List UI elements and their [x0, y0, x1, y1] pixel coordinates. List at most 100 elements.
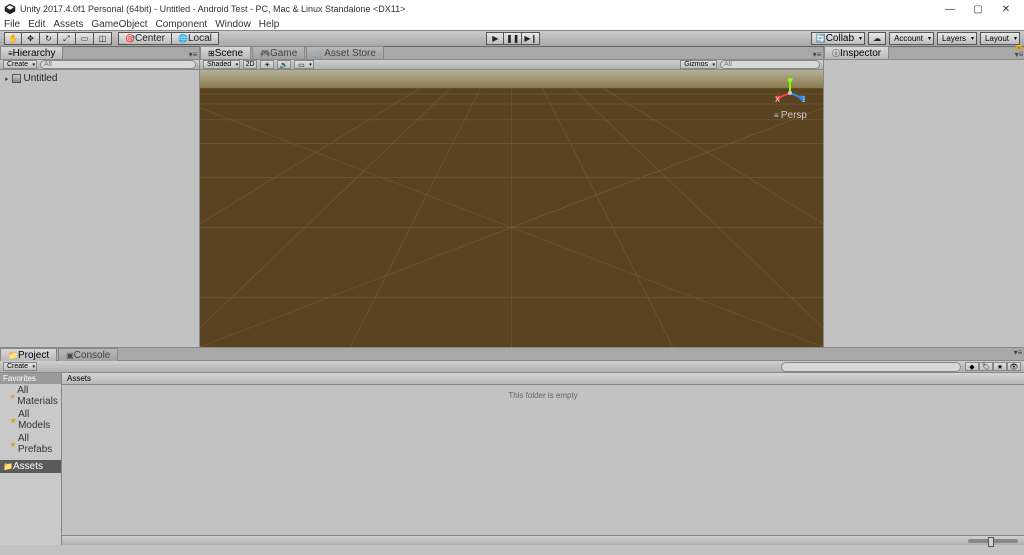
tab-project[interactable]: 📁 Project	[0, 348, 57, 361]
step-button[interactable]: ▶❙	[522, 32, 540, 45]
hand-tool-button[interactable]: ✋	[4, 32, 22, 45]
menu-help[interactable]: Help	[259, 19, 280, 30]
hierarchy-create-dropdown[interactable]: Create	[3, 60, 37, 69]
project-filter-label-icon[interactable]: 🏷	[979, 362, 993, 371]
scene-gizmos-dropdown[interactable]: Gizmos	[680, 60, 717, 69]
hierarchy-menu-icon[interactable]: ▾≡	[187, 50, 199, 59]
menu-gameobject[interactable]: GameObject	[91, 19, 147, 30]
menu-edit[interactable]: Edit	[28, 19, 45, 30]
fav-label: All Models	[18, 409, 58, 431]
tab-game-label: Game	[270, 48, 297, 59]
project-status-bar	[62, 535, 1024, 545]
tab-inspector[interactable]: ⓘ Inspector	[824, 46, 889, 59]
scene-ground	[200, 88, 823, 347]
tab-scene[interactable]: ⊞ Scene	[200, 46, 251, 59]
cloud-button[interactable]: ☁	[868, 32, 886, 45]
scene-2d-toggle[interactable]: 2D	[243, 60, 257, 69]
main-toolbar: ✋ ✥ ↻ ⤢ ▭ ◫ 🎯 Center 🌐 Local ▶ ❚❚ ▶❙ 🔄 C…	[0, 30, 1024, 47]
tab-console-label: Console	[74, 350, 111, 361]
project-zoom-slider[interactable]	[968, 539, 1018, 543]
rect-tool-button[interactable]: ▭	[76, 32, 94, 45]
hierarchy-panel: ≡ Hierarchy ▾≡ Create Untitled	[0, 47, 200, 347]
svg-text:y: y	[790, 78, 795, 81]
assets-folder[interactable]: 📁 Assets	[0, 460, 61, 473]
hierarchy-scene-item[interactable]: Untitled	[2, 72, 197, 85]
scene-panel: ⊞ Scene 🎮 Game 🛒 Asset Store ▾≡ Shaded 2…	[200, 47, 824, 347]
project-body: Favorites All Materials All Models All P…	[0, 373, 1024, 545]
pivot-local-button[interactable]: 🌐 Local	[172, 32, 219, 45]
svg-text:x: x	[775, 94, 780, 105]
hierarchy-item-label: Untitled	[24, 73, 58, 84]
pivot-local-label: Local	[188, 33, 212, 44]
orientation-gizmo-icon[interactable]: y x z	[775, 78, 805, 108]
play-button[interactable]: ▶	[486, 32, 504, 45]
inspector-tabs: ⓘ Inspector 🔒 ▾≡	[824, 47, 1024, 60]
tab-console[interactable]: ▣ Console	[58, 348, 118, 361]
favorites-header[interactable]: Favorites	[0, 373, 61, 384]
transform-tool-button[interactable]: ◫	[94, 32, 112, 45]
project-panel: 📁 Project ▣ Console ▾≡ Create ◆ 🏷 ★ 👁 Fa…	[0, 347, 1024, 545]
hierarchy-search-input[interactable]	[40, 60, 196, 69]
tab-project-label: Project	[18, 350, 49, 361]
project-tabs: 📁 Project ▣ Console ▾≡	[0, 348, 1024, 361]
menu-assets[interactable]: Assets	[53, 19, 83, 30]
project-search-input[interactable]	[781, 362, 961, 372]
pivot-center-label: Center	[135, 33, 165, 44]
menu-file[interactable]: File	[4, 19, 20, 30]
window-close-button[interactable]: ✕	[992, 0, 1020, 18]
project-menu-icon[interactable]: ▾≡	[1012, 348, 1024, 360]
menu-component[interactable]: Component	[156, 19, 208, 30]
hierarchy-toolbar: Create	[0, 60, 199, 70]
scene-menu-icon[interactable]: ▾≡	[811, 50, 823, 59]
assets-label: Assets	[13, 461, 43, 472]
inspector-body	[824, 60, 1024, 347]
persp-label[interactable]: ≡ Persp	[774, 110, 807, 121]
tab-asset-store-label: Asset Store	[324, 48, 376, 59]
scale-tool-button[interactable]: ⤢	[58, 32, 76, 45]
inspector-panel: ⓘ Inspector 🔒 ▾≡	[824, 47, 1024, 347]
layout-dropdown[interactable]: Layout	[980, 32, 1020, 45]
scene-tabs: ⊞ Scene 🎮 Game 🛒 Asset Store ▾≡	[200, 47, 823, 60]
layers-dropdown[interactable]: Layers	[937, 32, 977, 45]
project-content: Assets This folder is empty	[62, 373, 1024, 545]
fav-all-materials[interactable]: All Materials	[0, 384, 61, 408]
scene-fx-dropdown[interactable]: ▭	[294, 60, 314, 69]
scene-viewport[interactable]: y x z ≡ Persp	[200, 70, 823, 347]
fav-all-prefabs[interactable]: All Prefabs	[0, 432, 61, 456]
rotate-tool-button[interactable]: ↻	[40, 32, 58, 45]
scene-light-toggle[interactable]: ☀	[260, 60, 274, 69]
fav-all-models[interactable]: All Models	[0, 408, 61, 432]
pivot-controls: 🎯 Center 🌐 Local	[118, 32, 219, 45]
tab-asset-store[interactable]: 🛒 Asset Store	[306, 46, 384, 59]
pause-button[interactable]: ❚❚	[504, 32, 522, 45]
window-minimize-button[interactable]: —	[936, 0, 964, 18]
window-maximize-button[interactable]: ▢	[964, 0, 992, 18]
scene-toolbar: Shaded 2D ☀ 🔊 ▭ Gizmos	[200, 60, 823, 70]
unity-logo-icon	[4, 3, 16, 15]
menu-window[interactable]: Window	[215, 19, 251, 30]
tab-inspector-label: Inspector	[840, 48, 881, 59]
project-toolbar: Create ◆ 🏷 ★ 👁	[0, 361, 1024, 373]
project-favorite-icon[interactable]: ★	[993, 362, 1007, 371]
move-tool-button[interactable]: ✥	[22, 32, 40, 45]
persp-text: Persp	[781, 110, 807, 121]
hierarchy-body[interactable]: Untitled	[0, 70, 199, 347]
tab-game[interactable]: 🎮 Game	[252, 46, 305, 59]
tab-hierarchy[interactable]: ≡ Hierarchy	[0, 46, 63, 59]
project-filter-type-icon[interactable]: ◆	[965, 362, 979, 371]
project-tree[interactable]: Favorites All Materials All Models All P…	[0, 373, 62, 545]
tab-hierarchy-label: Hierarchy	[13, 48, 56, 59]
project-breadcrumb[interactable]: Assets	[62, 373, 1024, 385]
project-hidden-icon[interactable]: 👁	[1007, 362, 1021, 371]
scene-audio-toggle[interactable]: 🔊	[277, 60, 291, 69]
scene-search-input[interactable]	[720, 60, 820, 69]
svg-text:z: z	[802, 94, 805, 105]
scene-sky	[200, 70, 823, 88]
scene-shading-dropdown[interactable]: Shaded	[203, 60, 240, 69]
pivot-center-button[interactable]: 🎯 Center	[118, 32, 172, 45]
playback-controls: ▶ ❚❚ ▶❙	[486, 32, 540, 45]
project-create-dropdown[interactable]: Create	[3, 362, 37, 371]
transform-tools: ✋ ✥ ↻ ⤢ ▭ ◫	[4, 32, 112, 45]
account-dropdown[interactable]: Account	[889, 32, 934, 45]
collab-dropdown[interactable]: 🔄 Collab	[811, 32, 865, 45]
